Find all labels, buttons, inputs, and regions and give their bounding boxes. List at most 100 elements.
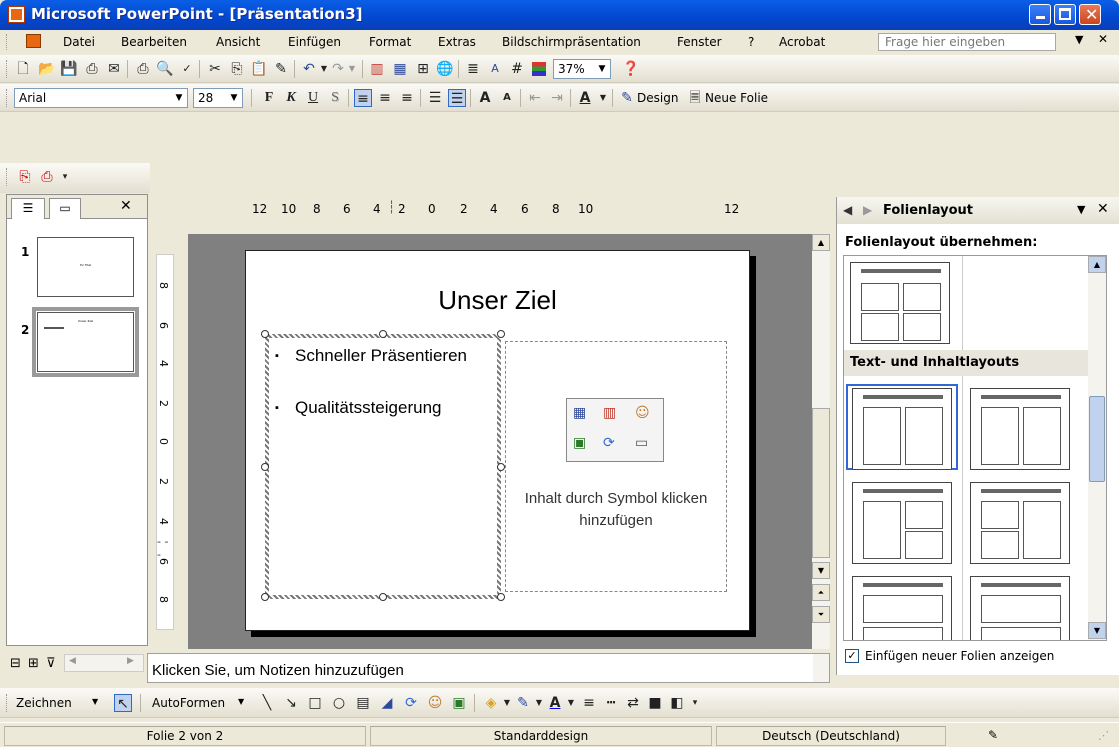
shadow-style-icon[interactable]: ■ <box>646 694 664 712</box>
show-grid-icon[interactable]: # <box>508 60 526 78</box>
slide-sorter-icon[interactable]: ⊞ <box>28 656 39 671</box>
drawing-toolbar-grip[interactable] <box>6 694 9 712</box>
chevron-down-icon[interactable]: ▼ <box>238 697 244 706</box>
help-search-input[interactable]: Frage hier eingeben <box>878 33 1056 51</box>
arrow-tool-icon[interactable]: ↘ <box>282 694 300 712</box>
layout-content-four[interactable] <box>850 262 950 344</box>
notes-scrollbar[interactable] <box>813 654 829 682</box>
bold-button[interactable]: F <box>260 89 278 107</box>
menubar-grip[interactable] <box>6 34 9 50</box>
align-left-icon[interactable]: ≡ <box>354 89 372 107</box>
oval-tool-icon[interactable]: ○ <box>330 694 348 712</box>
show-formatting-icon[interactable]: A <box>486 60 504 78</box>
pdf-email-icon[interactable]: ⎙ <box>38 168 56 186</box>
layout-content-and-text[interactable] <box>970 388 1070 470</box>
decrease-indent-icon[interactable]: ⇤ <box>526 89 544 107</box>
new-slide-button[interactable]: Neue Folie <box>705 91 768 105</box>
slideshow-icon[interactable]: ⊽ <box>46 656 56 671</box>
print-icon[interactable]: ⎙ <box>134 60 152 78</box>
slide-title[interactable]: Unser Ziel <box>246 285 749 316</box>
gallery-scroll-thumb[interactable] <box>1089 396 1105 482</box>
text-placeholder[interactable]: ▪ Schneller Präsentieren ▪ Qualitätsstei… <box>265 334 501 599</box>
menu-acrobat[interactable]: Acrobat <box>779 35 825 49</box>
resize-grip-icon[interactable]: ⋰ <box>1098 729 1109 742</box>
layout-text-and-content[interactable] <box>852 388 952 470</box>
resize-handle[interactable] <box>379 593 387 601</box>
font-color-dropdown-icon[interactable]: ▼ <box>562 694 580 712</box>
print-preview-icon[interactable]: 🔍 <box>156 60 174 78</box>
tab-slides[interactable]: ▭ <box>49 198 81 219</box>
help-dropdown-icon[interactable]: ▼ <box>1075 33 1083 46</box>
cut-icon[interactable]: ✂ <box>206 60 224 78</box>
scroll-thumb[interactable] <box>812 408 830 558</box>
menu-datei[interactable]: Datei <box>63 35 95 49</box>
previous-slide-button[interactable]: ⏶ <box>812 584 830 601</box>
scroll-right-icon[interactable]: ▶ <box>127 656 134 666</box>
autoshapes-menu-button[interactable]: AutoFormen <box>152 696 225 710</box>
layout-two-content-and-text[interactable] <box>970 482 1070 564</box>
italic-button[interactable]: K <box>282 89 300 107</box>
draw-menu-button[interactable]: Zeichnen <box>16 696 72 710</box>
toolbar-options-icon[interactable]: ▾ <box>686 694 704 712</box>
insert-picture-icon[interactable]: ▣ <box>450 694 468 712</box>
menu-ansicht[interactable]: Ansicht <box>216 35 260 49</box>
convert-to-pdf-icon[interactable]: ⎘ <box>16 168 34 186</box>
redo-dropdown-icon[interactable]: ▼ <box>343 60 361 78</box>
horizontal-scrollbar[interactable]: ◀ ▶ <box>64 654 144 672</box>
close-window-button[interactable]: ✕ <box>1079 4 1101 25</box>
menu-bildschirmpraesentation[interactable]: Bildschirmpräsentation <box>502 35 641 49</box>
rectangle-tool-icon[interactable]: □ <box>306 694 324 712</box>
format-painter-icon[interactable]: ✎ <box>272 60 290 78</box>
bullet-item-1[interactable]: ▪ Schneller Präsentieren <box>275 346 475 366</box>
current-slide[interactable]: Unser Ziel ▪ Schneller Präsentieren ▪ Qu… <box>245 250 750 631</box>
font-color-icon[interactable]: A <box>576 89 594 107</box>
resize-handle[interactable] <box>261 593 269 601</box>
layout-gallery[interactable]: Text- und Inhaltlayouts ▲ ▼ <box>843 255 1107 641</box>
increase-font-size-icon[interactable]: A <box>476 89 494 107</box>
menu-fenster[interactable]: Fenster <box>677 35 722 49</box>
insert-table-icon[interactable]: ▦ <box>573 405 586 421</box>
resize-handle[interactable] <box>497 330 505 338</box>
insert-chart-icon[interactable]: ▥ <box>603 405 616 421</box>
open-folder-icon[interactable]: 📂 <box>38 60 56 78</box>
design-icon[interactable]: ✎ <box>618 89 636 107</box>
font-select[interactable]: Arial ▼ <box>14 88 188 108</box>
menu-extras[interactable]: Extras <box>438 35 476 49</box>
line-tool-icon[interactable]: ╲ <box>258 694 276 712</box>
close-document-icon[interactable]: ✕ <box>1098 32 1108 46</box>
chevron-down-icon[interactable]: ▼ <box>594 60 610 78</box>
format-toolbar-grip[interactable] <box>6 89 9 107</box>
resize-handle[interactable] <box>379 330 387 338</box>
standard-toolbar-grip[interactable] <box>6 60 9 78</box>
close-pane-icon[interactable]: ✕ <box>120 198 132 214</box>
expand-all-icon[interactable]: ≣ <box>464 60 482 78</box>
decrease-font-size-icon[interactable]: A <box>498 89 516 107</box>
help-icon[interactable]: ❓ <box>622 60 640 78</box>
align-right-icon[interactable]: ≡ <box>398 89 416 107</box>
dash-style-icon[interactable]: ┅ <box>602 694 620 712</box>
align-center-icon[interactable]: ≡ <box>376 89 394 107</box>
diagram-icon[interactable]: ⟳ <box>402 694 420 712</box>
powerpoint-app-icon[interactable] <box>8 6 25 23</box>
numbering-icon[interactable]: ☰ <box>426 89 444 107</box>
clipart-icon[interactable]: ☺ <box>426 694 444 712</box>
copy-icon[interactable]: ⎘ <box>228 60 246 78</box>
zoom-select[interactable]: 37% ▼ <box>553 59 611 79</box>
chevron-down-icon[interactable]: ▼ <box>226 89 242 107</box>
paste-icon[interactable]: 📋 <box>250 60 268 78</box>
insert-chart-icon[interactable]: ▥ <box>368 60 386 78</box>
arrow-style-icon[interactable]: ⇄ <box>624 694 642 712</box>
color-grayscale-icon[interactable] <box>530 60 548 78</box>
document-icon[interactable] <box>26 34 41 48</box>
spelling-icon[interactable]: ✓ <box>178 60 196 78</box>
back-arrow-icon[interactable]: ◀ <box>843 203 852 217</box>
minimize-button[interactable] <box>1029 4 1051 25</box>
slide-thumbnail-2[interactable]: Unser Ziel <box>37 312 134 372</box>
resize-handle[interactable] <box>497 593 505 601</box>
resize-handle[interactable] <box>261 330 269 338</box>
resize-handle[interactable] <box>497 463 505 471</box>
new-slide-icon[interactable]: 🗏 <box>686 89 704 107</box>
font-color-dropdown-icon[interactable]: ▼ <box>594 89 612 107</box>
normal-view-icon[interactable]: ⊟ <box>10 656 21 671</box>
layout-text-over-content[interactable] <box>852 576 952 640</box>
